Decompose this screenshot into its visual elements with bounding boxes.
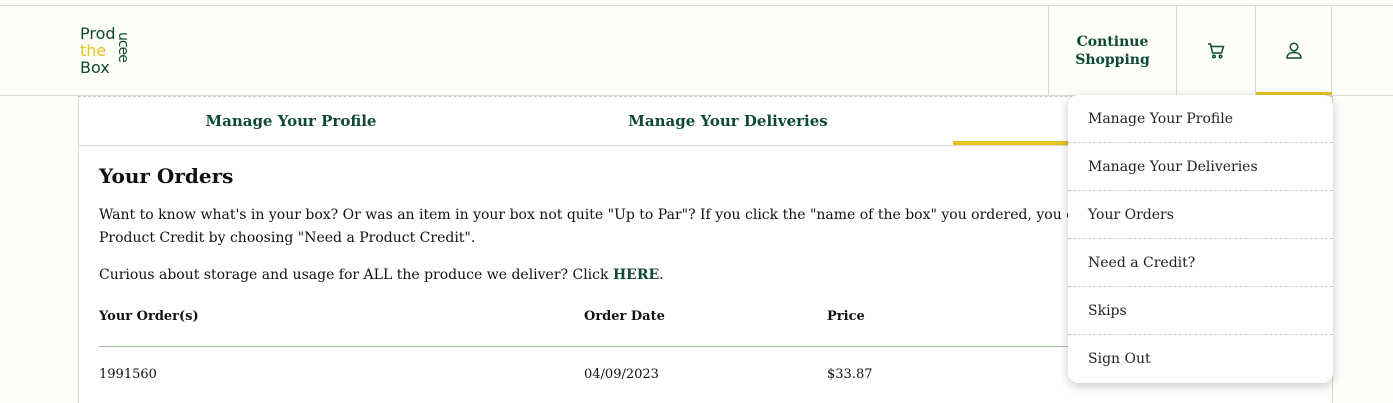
- tab-manage-profile[interactable]: Manage Your Profile: [79, 97, 503, 145]
- menu-item-manage-profile[interactable]: Manage Your Profile: [1068, 95, 1333, 143]
- menu-item-skips[interactable]: Skips: [1068, 287, 1333, 335]
- order-price-cell: $33.87: [827, 367, 873, 382]
- cart-button[interactable]: [1176, 6, 1255, 95]
- logo-vertical-text: ucee: [115, 32, 131, 62]
- menu-item-need-credit[interactable]: Need a Credit?: [1068, 239, 1333, 287]
- menu-item-sign-out[interactable]: Sign Out: [1068, 335, 1333, 383]
- brand-logo[interactable]: Prod the Box ucee: [80, 24, 131, 78]
- account-button[interactable]: [1255, 6, 1332, 95]
- column-header-price: Price: [827, 309, 865, 324]
- menu-item-your-orders[interactable]: Your Orders: [1068, 191, 1333, 239]
- account-dropdown-menu: Manage Your Profile Manage Your Deliveri…: [1068, 95, 1333, 383]
- menu-item-manage-deliveries[interactable]: Manage Your Deliveries: [1068, 143, 1333, 191]
- continue-shopping-label: Continue Shopping: [1075, 33, 1150, 68]
- logo-line-2: the: [80, 41, 107, 60]
- storage-info-text: Curious about storage and usage for ALL …: [99, 267, 664, 283]
- table-header-divider: [99, 346, 1069, 347]
- tab-manage-deliveries[interactable]: Manage Your Deliveries: [503, 97, 953, 145]
- order-number-cell[interactable]: 1991560: [99, 367, 157, 382]
- storage-here-link[interactable]: HERE: [613, 267, 659, 283]
- user-icon: [1285, 42, 1302, 59]
- site-header: Prod the Box ucee Continue Shopping: [0, 6, 1393, 96]
- page-title: Your Orders: [99, 164, 234, 188]
- continue-shopping-button[interactable]: Continue Shopping: [1048, 6, 1176, 95]
- logo-line-3: Box: [80, 58, 110, 77]
- column-header-order: Your Order(s): [99, 309, 199, 324]
- logo-line-1: Prod: [80, 24, 116, 43]
- orders-intro-text: Want to know what's in your box? Or was …: [99, 207, 1079, 246]
- cart-icon: [1208, 42, 1225, 58]
- order-date-cell: 04/09/2023: [584, 367, 659, 382]
- column-header-date: Order Date: [584, 309, 665, 324]
